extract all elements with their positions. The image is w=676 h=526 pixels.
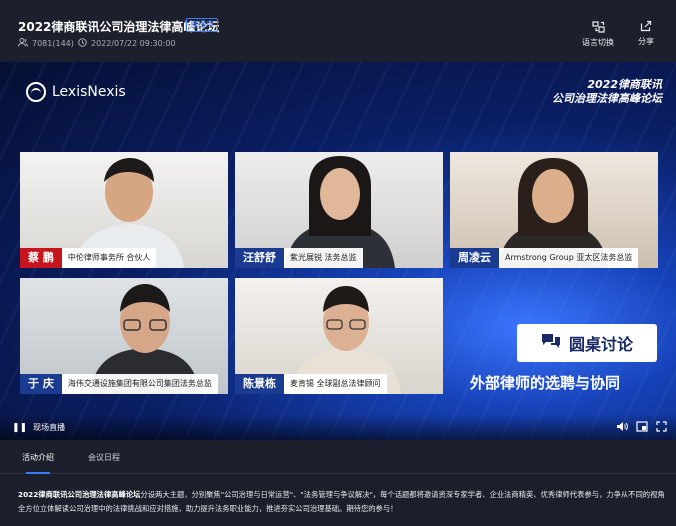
speaker-name-tag: 周凌云 Armstrong Group 亚太区法务总监 [450, 248, 639, 268]
event-title-graphic: 2022律商联讯 公司治理法律高峰论坛 [552, 78, 662, 106]
event-title-line2: 公司治理法律高峰论坛 [552, 92, 662, 105]
language-switch-button[interactable]: 语言切换 [578, 20, 618, 48]
lexisnexis-logo: LexisNexis [26, 82, 126, 102]
clock-icon [78, 38, 87, 49]
live-status-badge: 直播中 [186, 18, 218, 32]
speaker-role: Armstrong Group 亚太区法务总监 [499, 248, 639, 268]
speaker-name: 汪舒舒 [235, 248, 284, 268]
player-controls: ❚❚ 现场直播 [0, 414, 676, 440]
event-title-line1: 2022律商联讯 [587, 78, 662, 91]
volume-icon[interactable] [616, 421, 628, 435]
speaker-name-tag: 蔡 鹏 中伦律师事务所 合伙人 [20, 248, 157, 268]
live-stream-page: 2022律商联讯公司治理法律高峰论坛 直播中 7081(144) 2022/07… [0, 0, 676, 526]
live-indicator: ❚❚ 现场直播 [12, 422, 65, 433]
viewer-count-value: 7081(144) [32, 39, 74, 48]
speaker-name-tag: 陈景栋 麦肯锡 全球副总法律顾问 [235, 374, 387, 394]
speaker-tile: 汪舒舒 紫光展锐 法务总监 [235, 152, 443, 268]
discussion-topic: 外部律师的选聘与协同 [470, 374, 621, 392]
pause-icon[interactable]: ❚❚ [12, 423, 27, 433]
speaker-name: 陈景栋 [235, 374, 284, 394]
lexisnexis-logo-text: LexisNexis [52, 84, 126, 100]
page-header: 2022律商联讯公司治理法律高峰论坛 直播中 7081(144) 2022/07… [0, 0, 676, 62]
speaker-tile: 于 庆 海伟交通设施集团有限公司集团法务总监 [20, 278, 228, 394]
speaker-tile: 陈景栋 麦肯锡 全球副总法律顾问 [235, 278, 443, 394]
speaker-role: 紫光展锐 法务总监 [284, 248, 363, 268]
viewer-count: 7081(144) [18, 38, 74, 49]
language-switch-label: 语言切换 [582, 38, 614, 47]
tab-agenda[interactable]: 会议日程 [88, 452, 120, 463]
people-icon [18, 38, 28, 49]
speaker-name-tag: 于 庆 海伟交通设施集团有限公司集团法务总监 [20, 374, 218, 394]
share-label: 分享 [638, 37, 654, 46]
speaker-role: 中伦律师事务所 合伙人 [61, 248, 157, 268]
lexisnexis-logo-icon [26, 82, 46, 102]
language-switch-icon [578, 20, 618, 33]
speaker-name: 蔡 鹏 [20, 248, 62, 268]
activity-description: 2022律商联讯公司治理法律高峰论坛分设两大主题，分别聚焦"公司治理与日常运营"… [18, 488, 666, 516]
speaker-role: 麦肯锡 全球副总法律顾问 [284, 374, 387, 394]
speaker-tile: 周凌云 Armstrong Group 亚太区法务总监 [450, 152, 658, 268]
share-icon [626, 20, 666, 32]
live-label: 现场直播 [33, 423, 66, 432]
description-lead: 2022律商联讯公司治理法律高峰论坛 [18, 490, 141, 499]
roundtable-badge: 圆桌讨论 [517, 324, 657, 362]
speaker-name-tag: 汪舒舒 紫光展锐 法务总监 [235, 248, 363, 268]
start-time: 2022/07/22 09:30:00 [78, 38, 176, 49]
share-button[interactable]: 分享 [626, 20, 666, 47]
speaker-tile: 蔡 鹏 中伦律师事务所 合伙人 [20, 152, 228, 268]
speaker-role: 海伟交通设施集团有限公司集团法务总监 [61, 374, 218, 394]
active-tab-indicator [26, 472, 50, 474]
chat-bubbles-icon [541, 333, 561, 353]
speaker-name: 周凌云 [450, 248, 499, 268]
start-time-value: 2022/07/22 09:30:00 [91, 39, 176, 48]
picture-in-picture-icon[interactable] [636, 421, 648, 435]
speaker-name: 于 庆 [20, 374, 62, 394]
fullscreen-icon[interactable] [656, 421, 667, 435]
roundtable-label: 圆桌讨论 [568, 335, 633, 354]
tab-activity-intro[interactable]: 活动介绍 [22, 452, 54, 463]
video-player[interactable]: LexisNexis 2022律商联讯 公司治理法律高峰论坛 蔡 鹏 中伦律师事… [0, 62, 676, 440]
content-tabs: 活动介绍 会议日程 [0, 440, 676, 474]
